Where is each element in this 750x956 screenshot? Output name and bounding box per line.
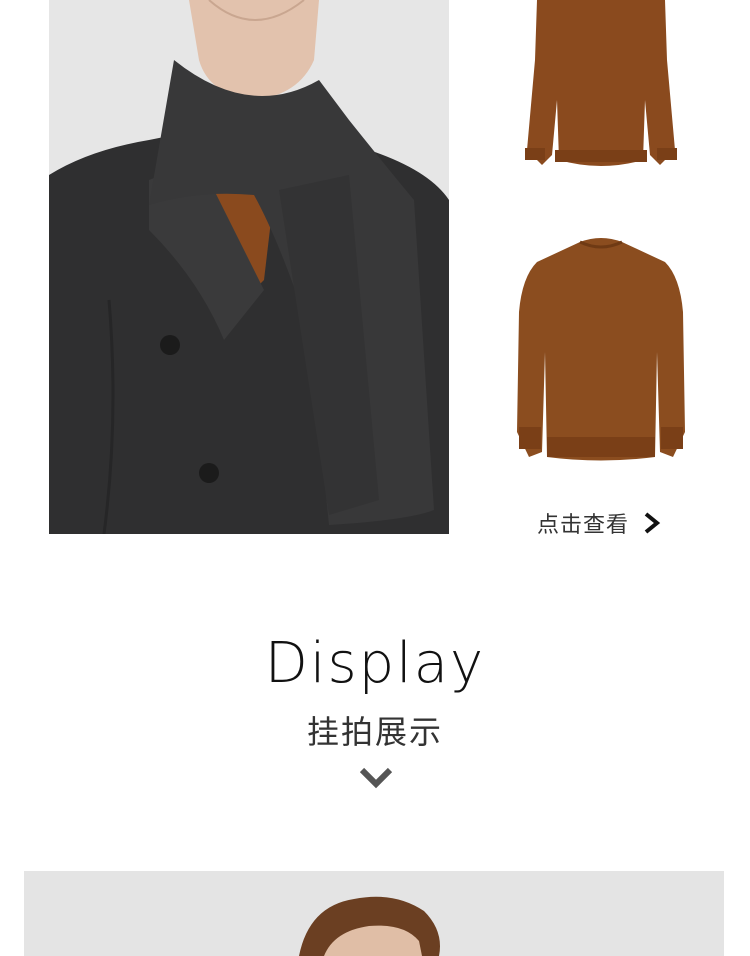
chevron-down-icon: [359, 766, 393, 792]
product-thumb-sweater-2[interactable]: [515, 232, 687, 464]
view-details-link[interactable]: 点击查看: [537, 506, 661, 540]
model-photo: [49, 0, 449, 534]
sweater-front-icon: [525, 0, 677, 166]
section-title: Display: [264, 631, 486, 696]
view-details-label: 点击查看: [537, 513, 630, 538]
model-head-illustration: [24, 871, 724, 956]
product-thumb-sweater-1[interactable]: [515, 0, 687, 175]
bottom-model-photo: [24, 871, 724, 956]
model-illustration: [49, 0, 449, 534]
chevron-right-icon: [643, 512, 661, 534]
sweater-mockneck-icon: [517, 238, 685, 461]
section-subtitle: 挂拍展示: [306, 713, 443, 751]
